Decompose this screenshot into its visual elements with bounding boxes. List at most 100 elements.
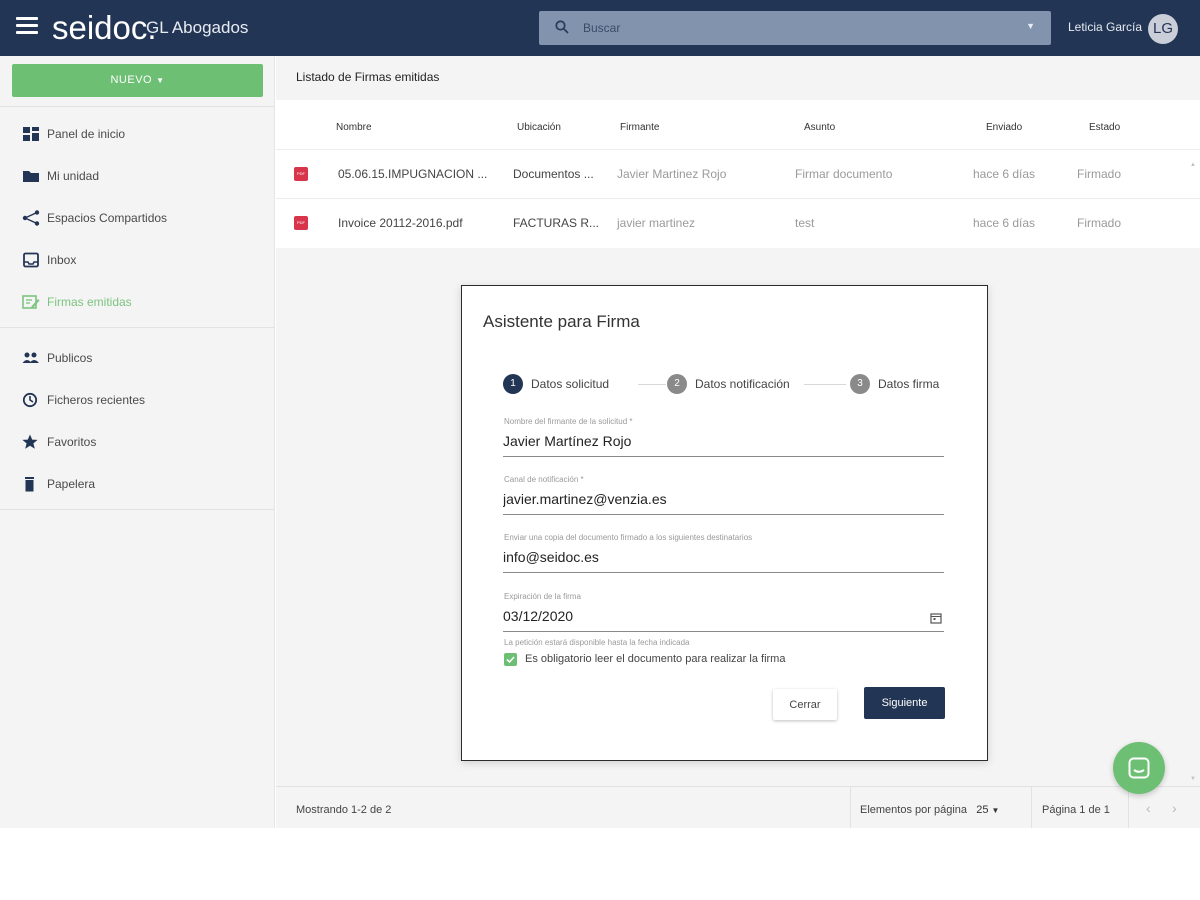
signature-wizard-dialog: Asistente para Firma 1 Datos solicitud 2… (461, 285, 988, 761)
sidebar-item-espacios-compartidos[interactable]: Espacios Compartidos (0, 198, 275, 238)
step-label: Datos firma (878, 377, 940, 391)
signer-name-field[interactable]: Nombre del firmante de la solicitud * (503, 417, 944, 457)
sidebar-divider (0, 509, 275, 510)
step-number: 1 (503, 374, 523, 394)
share-icon (22, 210, 40, 226)
checkmark-icon (506, 656, 515, 664)
mandatory-read-checkbox[interactable] (504, 653, 517, 666)
brand-logo[interactable]: seidoc. (52, 9, 157, 47)
sidebar-item-label: Mi unidad (47, 169, 100, 183)
sidebar-item-papelera[interactable]: Papelera (0, 464, 275, 504)
cell-nombre: Invoice 20112-2016.pdf (338, 216, 463, 230)
footer-divider (1128, 787, 1129, 828)
cell-estado: Firmado (1077, 216, 1122, 230)
user-name[interactable]: Leticia García (1068, 20, 1142, 34)
chat-icon (1128, 757, 1150, 779)
signature-icon (22, 295, 40, 309)
search-bar[interactable]: ▼ (539, 11, 1051, 45)
scroll-up-icon[interactable]: ▲ (1190, 162, 1196, 168)
sidebar: NUEVO ▼ Panel de inicio Mi unidad Espacio… (0, 56, 275, 828)
close-button[interactable]: Cerrar (773, 689, 837, 720)
field-label: Canal de notificación * (504, 475, 584, 484)
table-row[interactable]: PDF 05.06.15.IMPUGNACION ... Documentos … (276, 149, 1200, 197)
cell-ubicacion: FACTURAS R... (513, 216, 600, 230)
field-label: Expiración de la firma (504, 592, 581, 601)
column-header-firmante[interactable]: Firmante (620, 122, 659, 133)
next-page-icon[interactable]: › (1172, 800, 1177, 816)
notification-channel-input[interactable] (503, 491, 903, 507)
step-number: 2 (667, 374, 687, 394)
hamburger-menu-icon[interactable] (16, 17, 38, 39)
search-icon (555, 20, 569, 34)
page-info: Página 1 de 1 (1042, 804, 1110, 816)
step-label: Datos notificación (695, 377, 790, 391)
calendar-icon[interactable] (930, 612, 942, 624)
sidebar-divider (0, 106, 275, 107)
copy-recipients-input[interactable] (503, 549, 903, 565)
footer-divider (1031, 787, 1032, 828)
inbox-icon (23, 252, 39, 268)
sidebar-item-label: Panel de inicio (47, 127, 126, 141)
cell-asunto: test (795, 216, 815, 230)
signer-name-input[interactable] (503, 433, 903, 449)
previous-page-icon[interactable]: ‹ (1146, 800, 1151, 816)
notification-channel-field[interactable]: Canal de notificación * (503, 475, 944, 515)
new-button[interactable]: NUEVO ▼ (12, 64, 263, 97)
chevron-down-icon: ▼ (156, 76, 165, 85)
avatar[interactable]: LG (1148, 14, 1178, 44)
sidebar-item-label: Papelera (47, 477, 96, 491)
search-input[interactable] (583, 19, 1003, 37)
sidebar-item-favoritos[interactable]: Favoritos (0, 422, 275, 462)
sidebar-item-inbox[interactable]: Inbox (0, 240, 275, 280)
cell-estado: Firmado (1077, 167, 1122, 181)
sidebar-item-firmas-emitidas[interactable]: Firmas emitidas (0, 282, 275, 322)
sidebar-item-label: Ficheros recientes (47, 393, 146, 407)
sidebar-item-label: Firmas emitidas (47, 295, 132, 309)
items-per-page-label: Elementos por página (860, 804, 968, 816)
expiration-date-field[interactable]: Expiración de la firma (503, 592, 944, 632)
field-label: Enviar una copia del documento firmado a… (504, 533, 753, 542)
items-per-page-value: 25 (976, 804, 989, 816)
table-row[interactable]: PDF Invoice 20112-2016.pdf FACTURAS R...… (276, 198, 1200, 246)
people-icon (22, 352, 39, 363)
column-header-estado[interactable]: Estado (1089, 122, 1120, 133)
sidebar-item-mi-unidad[interactable]: Mi unidad (0, 156, 275, 196)
footer-divider (850, 787, 851, 828)
cell-ubicacion: Documentos ... (513, 167, 594, 181)
scroll-down-icon[interactable]: ▼ (1190, 776, 1196, 782)
step-number: 3 (850, 374, 870, 394)
cell-enviado: hace 6 días (973, 216, 1036, 230)
copy-recipients-field[interactable]: Enviar una copia del documento firmado a… (503, 533, 944, 573)
dialog-title: Asistente para Firma (483, 312, 640, 331)
column-header-ubicacion[interactable]: Ubicación (517, 122, 561, 133)
expiration-date-input[interactable] (503, 608, 903, 624)
stepper-connector (638, 384, 666, 385)
next-button[interactable]: Siguiente (864, 687, 945, 719)
sidebar-item-label: Publicos (47, 351, 93, 365)
table-footer: Mostrando 1-2 de 2 Elementos por página … (276, 786, 1200, 828)
column-header-enviado[interactable]: Enviado (986, 122, 1022, 133)
sidebar-item-panel-de-inicio[interactable]: Panel de inicio (0, 114, 275, 154)
new-button-label: NUEVO (110, 74, 153, 86)
results-count: Mostrando 1-2 de 2 (296, 804, 392, 816)
folder-icon (23, 171, 39, 182)
page-title: Listado de Firmas emitidas (296, 70, 440, 84)
app-window: seidoc. GL Abogados ▼ Leticia García LG … (0, 0, 1200, 828)
expiration-hint: La petición estará disponible hasta la f… (504, 638, 690, 647)
cell-nombre: 05.06.15.IMPUGNACION ... (338, 167, 488, 181)
signatures-table: Nombre Ubicación Firmante Asunto Enviado… (276, 100, 1200, 248)
pdf-file-icon: PDF (294, 167, 308, 181)
column-header-asunto[interactable]: Asunto (804, 122, 835, 133)
chevron-down-icon: ▼ (991, 806, 1000, 815)
column-header-nombre[interactable]: Nombre (336, 122, 372, 133)
search-dropdown-icon[interactable]: ▼ (1026, 21, 1035, 31)
sidebar-item-publicos[interactable]: Publicos (0, 338, 275, 378)
sidebar-item-ficheros-recientes[interactable]: Ficheros recientes (0, 380, 275, 420)
items-per-page-select[interactable]: 25 ▼ (970, 804, 999, 816)
sidebar-divider (0, 327, 275, 328)
cell-firmante: Javier Martinez Rojo (617, 167, 727, 181)
sidebar-item-label: Favoritos (47, 435, 97, 449)
cell-enviado: hace 6 días (973, 167, 1036, 181)
chat-launcher[interactable] (1113, 742, 1165, 794)
items-per-page: Elementos por página 25 ▼ (860, 804, 999, 816)
